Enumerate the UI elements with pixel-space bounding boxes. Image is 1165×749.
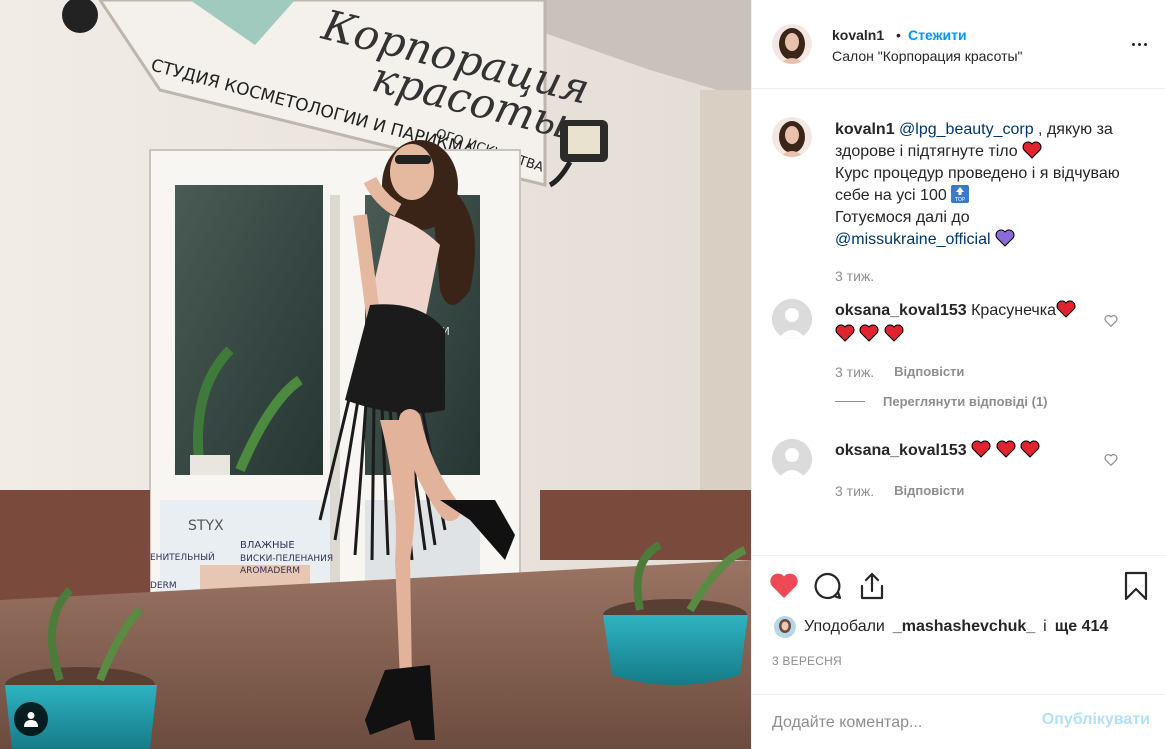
post-photo-illustration: Корпорация красоты СТУДИЯ КОСМЕТОЛОГИИ И… [0, 0, 751, 749]
caption-mention-link-2[interactable]: @missukraine_official [835, 231, 991, 248]
svg-text:AROMADERM: AROMADERM [240, 566, 300, 576]
reply-button[interactable]: Відповісти [894, 483, 964, 499]
likes-prefix: Уподобали [804, 618, 885, 635]
caption-username-link[interactable]: kovaln1 [835, 121, 895, 138]
follow-button[interactable]: Стежити [908, 27, 967, 43]
liker-username-link[interactable]: _mashashevchuk_ [893, 618, 1035, 636]
bookmark-icon[interactable] [1120, 570, 1152, 602]
caption-timestamp[interactable]: 3 тиж. [835, 268, 874, 284]
tagged-users-button[interactable] [14, 702, 48, 736]
red-heart-emoji-icon [996, 440, 1016, 458]
share-icon[interactable] [856, 570, 888, 602]
comment-input[interactable] [772, 709, 1022, 737]
author-avatar[interactable] [772, 24, 812, 64]
likes-count-link[interactable]: ще 414 [1055, 618, 1109, 636]
svg-text:ЕНИТЕЛЬНЫЙ: ЕНИТЕЛЬНЫЙ [150, 551, 215, 563]
svg-text:TOP: TOP [954, 197, 965, 203]
location-link[interactable]: Салон "Корпорация красоты" [832, 48, 1023, 64]
add-comment-form: Опублікувати [752, 694, 1165, 749]
post-caption: kovaln1 @lpg_beauty_corp , дякую за здор… [835, 119, 1135, 251]
comment-body: Красунечка [971, 302, 1057, 319]
post-date[interactable]: 3 ВЕРЕСНЯ [772, 654, 842, 668]
commenter-username-link[interactable]: oksana_koval153 [835, 442, 967, 459]
comment-timestamp[interactable]: 3 тиж. [835, 483, 874, 499]
publish-button[interactable]: Опублікувати [1042, 711, 1150, 729]
liker-avatar[interactable] [774, 616, 796, 638]
svg-text:STYX: STYX [188, 518, 224, 534]
comment-icon[interactable] [812, 570, 844, 602]
commenter-avatar[interactable] [772, 439, 812, 479]
likes-conjunction: і [1043, 618, 1047, 635]
comment-meta-1: 3 тиж. Відповісти [835, 364, 964, 380]
caption-line-2: Курс процедур проведено і я відчуваю себ… [835, 165, 1120, 204]
user-tag-icon [24, 712, 38, 727]
caption-line-3: Готуємося далі до [835, 209, 970, 226]
commenter-avatar[interactable] [772, 299, 812, 339]
svg-text:ВИСКИ-ПЕЛЕНАНИЯ: ВИСКИ-ПЕЛЕНАНИЯ [240, 554, 333, 564]
comment-like-heart-icon[interactable] [1104, 314, 1118, 328]
comment-text-2: oksana_koval153 [835, 439, 1105, 463]
post-actions: Уподобали _mashashevchuk_ і ще 414 3 ВЕР… [752, 555, 1165, 749]
reply-button[interactable]: Відповісти [894, 364, 964, 380]
svg-text:ВЛАЖНЫЕ: ВЛАЖНЫЕ [240, 540, 295, 551]
default-avatar-icon [772, 299, 812, 339]
red-heart-emoji-icon [971, 440, 991, 458]
caption-avatar-image [772, 117, 812, 157]
comment-meta-2: 3 тиж. Відповісти [835, 483, 964, 499]
caption-mention-link[interactable]: @lpg_beauty_corp [899, 121, 1034, 138]
purple-heart-emoji-icon [995, 229, 1015, 247]
heart-filled-icon[interactable] [768, 570, 800, 602]
view-replies-label: Переглянути відповіді (1) [883, 394, 1048, 409]
post-modal: Корпорация красоты СТУДИЯ КОСМЕТОЛОГИИ И… [0, 0, 1165, 749]
author-avatar-image [772, 24, 812, 64]
red-heart-emoji-icon [859, 324, 879, 342]
comment-like-heart-icon[interactable] [1104, 453, 1118, 467]
top-arrow-emoji-icon: TOP [951, 185, 970, 203]
separator-dot: • [896, 27, 901, 43]
likes-summary: Уподобали _mashashevchuk_ і ще 414 [774, 616, 1108, 638]
red-heart-emoji-icon [1020, 440, 1040, 458]
liker-avatar-image [774, 616, 796, 638]
author-username-link[interactable]: kovaln1 [832, 27, 884, 43]
svg-text:DERM: DERM [150, 581, 177, 591]
comment-text-1: oksana_koval153 Красунечка [835, 299, 1105, 347]
comment-timestamp[interactable]: 3 тиж. [835, 364, 874, 380]
caption-author-avatar[interactable] [772, 117, 812, 157]
red-heart-emoji-icon [1056, 300, 1076, 318]
post-side-panel: kovaln1 • Стежити Салон "Корпорация крас… [751, 0, 1165, 749]
red-heart-emoji-icon [884, 324, 904, 342]
comments-list: kovaln1 @lpg_beauty_corp , дякую за здор… [752, 90, 1165, 555]
commenter-username-link[interactable]: oksana_koval153 [835, 302, 967, 319]
default-avatar-icon [772, 439, 812, 479]
view-replies-button[interactable]: Переглянути відповіді (1) [835, 394, 1048, 409]
red-heart-emoji-icon [835, 324, 855, 342]
red-heart-emoji-icon [1022, 141, 1042, 159]
more-horizontal-icon[interactable] [1127, 36, 1151, 52]
post-photo[interactable]: Корпорация красоты СТУДИЯ КОСМЕТОЛОГИИ И… [0, 0, 751, 749]
post-header: kovaln1 • Стежити Салон "Корпорация крас… [752, 0, 1165, 89]
